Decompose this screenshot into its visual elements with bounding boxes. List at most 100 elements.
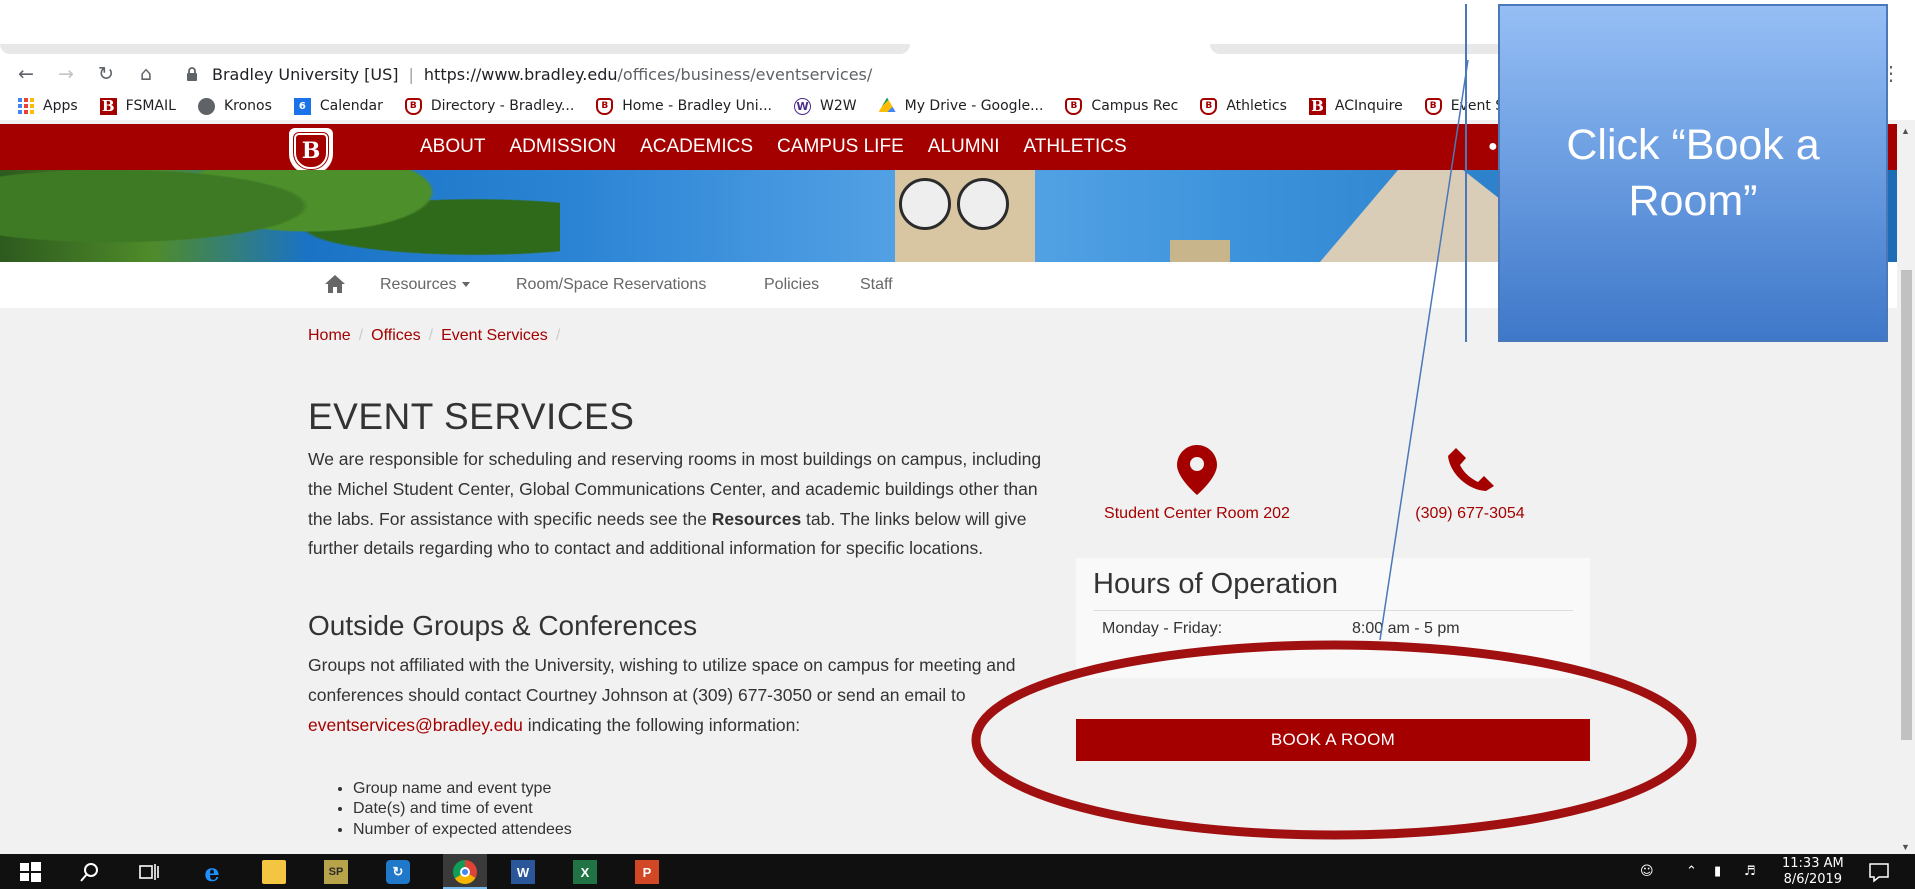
sp-app-icon[interactable]: SP xyxy=(324,860,348,884)
reload-icon[interactable]: ↻ xyxy=(86,56,126,92)
site-identity-label: Bradley University [US] xyxy=(212,64,399,84)
outside-text: Groups not affiliated with the Universit… xyxy=(308,655,1016,705)
excel-icon[interactable]: X xyxy=(573,860,597,884)
bookmark-label: FSMAIL xyxy=(125,98,176,114)
lock-icon xyxy=(184,65,200,83)
word-icon[interactable]: W xyxy=(511,860,535,884)
taskbar-clock[interactable]: 11:33 AM 8/6/2019 xyxy=(1782,856,1844,888)
bookmark-w2w[interactable]: W W2W xyxy=(794,97,857,115)
nav-alumni[interactable]: ALUMNI xyxy=(928,136,1000,158)
bookmark-label: Event S xyxy=(1450,98,1505,114)
forward-arrow-icon[interactable]: → xyxy=(46,56,86,92)
browser-tab[interactable] xyxy=(0,44,910,54)
breadcrumb-event-services[interactable]: Event Services xyxy=(441,327,548,344)
outside-text-end: indicating the following information: xyxy=(522,714,801,735)
home-icon[interactable]: ⌂ xyxy=(126,56,166,92)
hours-title: Hours of Operation xyxy=(1093,568,1339,600)
bookmark-directory[interactable]: B Directory - Bradley... xyxy=(404,97,575,115)
book-a-room-button[interactable]: BOOK A ROOM xyxy=(1076,719,1590,761)
nav-admission[interactable]: ADMISSION xyxy=(509,136,616,158)
bookmark-event-services[interactable]: B Event S xyxy=(1424,97,1505,115)
logo-letter: B xyxy=(293,132,329,170)
intro-paragraph: We are responsible for scheduling and re… xyxy=(308,445,1048,564)
chrome-icon[interactable] xyxy=(453,860,477,884)
tray-chevron-up-icon[interactable]: ⌃ xyxy=(1686,854,1697,889)
bookmark-athletics[interactable]: B Athletics xyxy=(1200,97,1287,115)
nav-about[interactable]: ABOUT xyxy=(420,136,485,158)
bradley-shield-icon: B xyxy=(1065,97,1083,115)
bookmark-campus-rec[interactable]: B Campus Rec xyxy=(1065,97,1179,115)
subnav-staff[interactable]: Staff xyxy=(860,276,893,294)
breadcrumb-divider: / xyxy=(358,327,364,344)
bookmark-apps[interactable]: Apps xyxy=(18,98,78,114)
bookmark-home-bradley[interactable]: B Home - Bradley Uni... xyxy=(596,97,773,115)
bookmark-label: Calendar xyxy=(319,98,383,114)
address-bar[interactable]: Bradley University [US] | https://www.br… xyxy=(184,56,872,92)
bookmark-acinquire[interactable]: B ACInquire xyxy=(1308,97,1403,115)
breadcrumb-offices[interactable]: Offices xyxy=(371,327,421,344)
subnav-room-reservations[interactable]: Room/Space Reservations xyxy=(516,276,706,294)
taskbar-date: 8/6/2019 xyxy=(1783,872,1843,887)
nav-athletics[interactable]: ATHLETICS xyxy=(1024,136,1127,158)
breadcrumb-divider: / xyxy=(555,327,561,344)
bookmark-label: Campus Rec xyxy=(1091,98,1179,114)
windows-start-icon[interactable] xyxy=(18,860,42,884)
subnav-policies[interactable]: Policies xyxy=(764,276,819,294)
powerpoint-icon[interactable]: P xyxy=(635,860,659,884)
apps-grid-icon xyxy=(18,98,34,114)
file-explorer-icon[interactable] xyxy=(262,860,286,884)
email-link[interactable]: eventservices@bradley.edu xyxy=(308,715,523,735)
subnav-resources-dropdown[interactable]: Resources xyxy=(380,276,471,294)
notifications-icon[interactable] xyxy=(1867,860,1891,884)
nav-academics[interactable]: ACADEMICS xyxy=(640,136,753,158)
bookmark-label: My Drive - Google... xyxy=(904,98,1044,114)
calendar-icon: 6 xyxy=(293,97,311,115)
caret-down-icon xyxy=(462,282,471,288)
home-icon[interactable] xyxy=(324,274,346,294)
hours-day: Monday - Friday: xyxy=(1102,620,1223,637)
bradley-logo[interactable]: B xyxy=(289,128,333,174)
outside-groups-paragraph: Groups not affiliated with the Universit… xyxy=(308,651,1048,740)
edge-browser-icon[interactable]: e xyxy=(200,858,224,887)
bookmark-fsmail[interactable]: B FSMAIL xyxy=(99,97,176,115)
breadcrumb-home[interactable]: Home xyxy=(308,327,351,344)
user-group-icon[interactable]: ● xyxy=(1488,138,1498,156)
bradley-b-icon: B xyxy=(99,97,117,115)
bookmark-label: W2W xyxy=(820,98,857,114)
bookmark-kronos[interactable]: Kronos xyxy=(197,97,272,115)
scroll-up-arrow-icon[interactable]: ▲ xyxy=(1901,126,1910,136)
hours-card: Hours of Operation Monday - Friday: 8:00… xyxy=(1076,558,1590,678)
hours-time: 8:00 am - 5 pm xyxy=(1352,620,1460,637)
clock-face-icon xyxy=(899,178,951,230)
back-arrow-icon[interactable]: ← xyxy=(6,56,46,92)
battery-icon[interactable]: ▮ xyxy=(1714,854,1721,889)
url-host: https://www.bradley.edu xyxy=(423,64,618,84)
bookmark-label: Athletics xyxy=(1226,98,1287,114)
browser-tab[interactable] xyxy=(1210,44,1510,54)
list-item: Group name and event type xyxy=(353,779,572,799)
bradley-b-icon: B xyxy=(1308,97,1326,115)
scrollbar-thumb[interactable] xyxy=(1901,270,1912,740)
sync-app-icon[interactable]: ↻ xyxy=(386,860,410,884)
google-drive-icon xyxy=(878,97,896,112)
location-label[interactable]: Student Center Room 202 xyxy=(1092,505,1302,523)
bookmark-label: Directory - Bradley... xyxy=(430,98,575,114)
nav-campus-life[interactable]: CAMPUS LIFE xyxy=(777,136,904,158)
volume-icon[interactable]: ♬ xyxy=(1744,854,1756,889)
subnav-resources-label: Resources xyxy=(380,276,457,293)
breadcrumb: Home / Offices / Event Services / xyxy=(308,327,568,345)
clock-face-icon xyxy=(957,178,1009,230)
bookmark-calendar[interactable]: 6 Calendar xyxy=(293,97,383,115)
list-item: Date(s) and time of event xyxy=(353,799,572,819)
task-view-icon[interactable] xyxy=(137,860,161,884)
people-icon[interactable]: ☺ xyxy=(1640,854,1654,889)
w2w-icon: W xyxy=(794,97,812,115)
windows-taskbar: e SP ↻ W X P ☺ ⌃ ▮ ♬ 11:33 AM 8/6/2019 xyxy=(0,854,1915,889)
bookmark-my-drive[interactable]: My Drive - Google... xyxy=(878,97,1044,115)
taskbar-time: 11:33 AM xyxy=(1782,856,1844,871)
phone-label[interactable]: (309) 677-3054 xyxy=(1400,505,1540,523)
scroll-down-arrow-icon[interactable]: ▼ xyxy=(1901,842,1910,852)
search-icon[interactable] xyxy=(78,860,102,884)
location-contact: Student Center Room 202 xyxy=(1092,444,1302,523)
bookmark-label: Home - Bradley Uni... xyxy=(622,98,773,114)
